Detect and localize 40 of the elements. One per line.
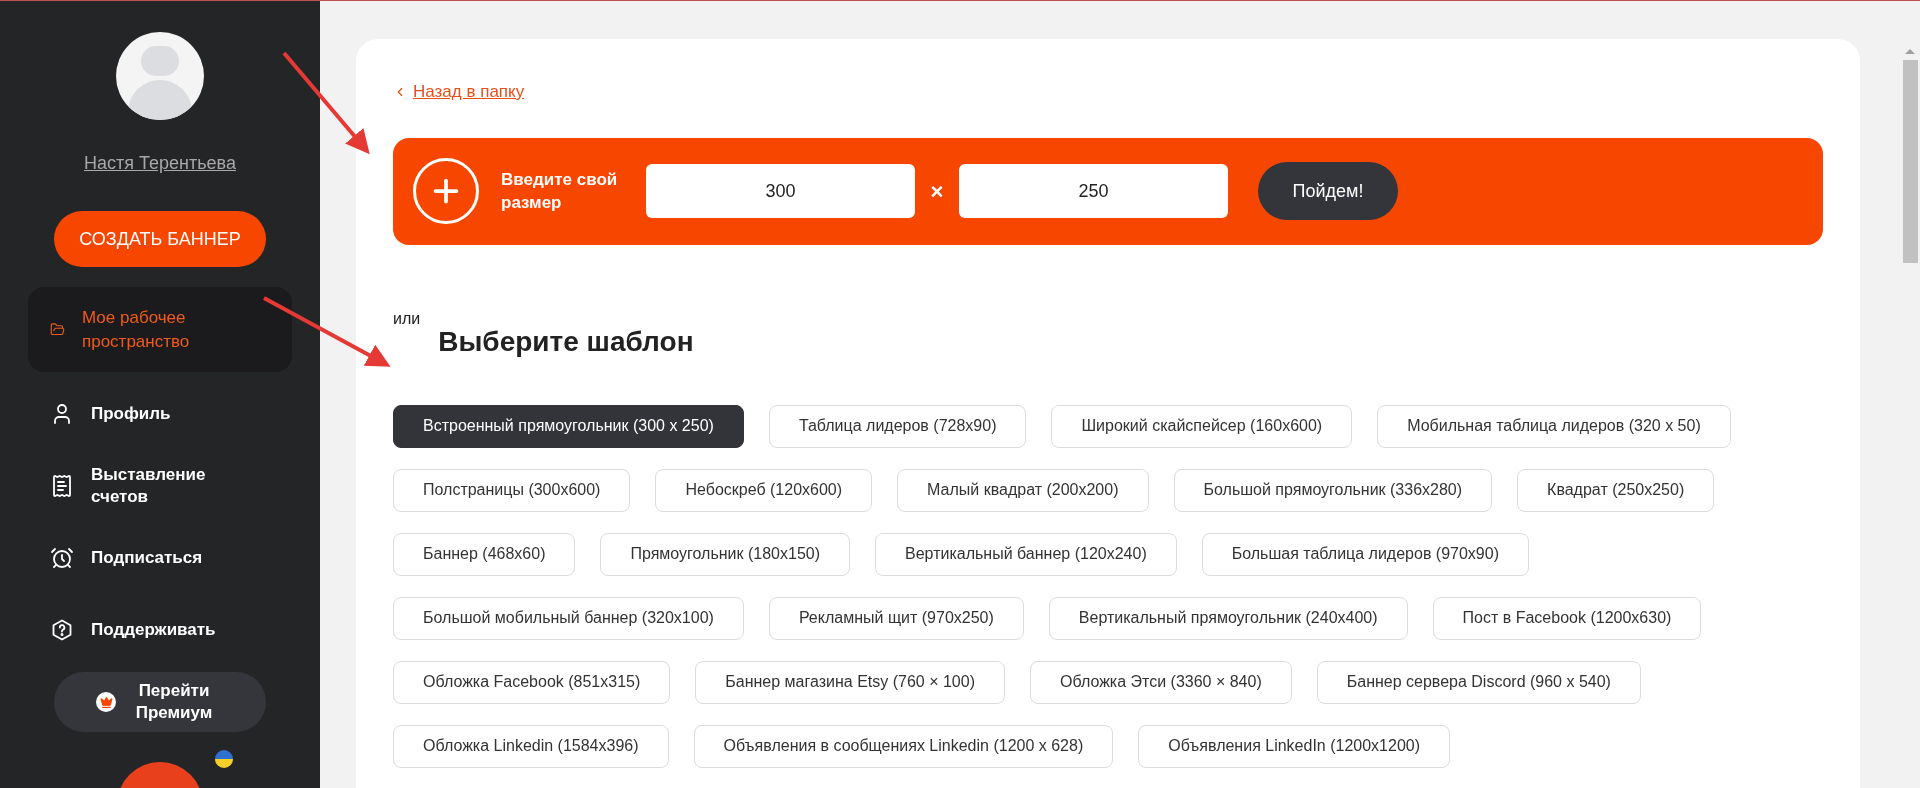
submit-button[interactable]: Пойдем! [1258, 162, 1398, 221]
template-chip[interactable]: Обложка Этси (3360 × 840) [1030, 660, 1292, 704]
create-banner-button[interactable]: СОЗДАТЬ БАННЕР [54, 211, 266, 267]
templates-title: Выберите шаблон [438, 324, 694, 359]
template-chip[interactable]: Обложка Linkedin (1584x396) [393, 724, 669, 768]
nav-item[interactable]: Профиль [28, 378, 292, 450]
template-chip[interactable]: Рекламный щит (970x250) [768, 596, 1024, 640]
template-chip[interactable]: Полстраницы (300x600) [393, 468, 631, 512]
times-sign: × [929, 177, 945, 206]
template-chip[interactable]: Баннер магазина Etsy (760 × 100) [695, 660, 1005, 704]
width-field[interactable]: 300 [646, 164, 915, 219]
template-chip[interactable]: Прямоугольник (180x150) [600, 532, 851, 576]
or-label: или [393, 308, 421, 329]
template-chip[interactable]: Вертикальный баннер (120x240) [875, 532, 1177, 576]
height-field[interactable]: 250 [959, 164, 1228, 219]
template-chip[interactable]: Широкий скайспейсер (160x600) [1051, 404, 1353, 448]
back-link[interactable]: Назад в папку [393, 79, 525, 105]
template-chip[interactable]: Встроенный прямоугольник (300 x 250) [393, 404, 744, 448]
nav-item[interactable]: Мое рабочее пространство [28, 287, 292, 372]
template-chip[interactable]: Вертикальный прямоугольник (240x400) [1048, 596, 1408, 640]
template-chip[interactable]: Пост в Facebook (1200x630) [1432, 596, 1702, 640]
user-name-link[interactable]: Настя Терентьева [84, 150, 236, 177]
nav-item[interactable]: Подписаться [28, 522, 292, 594]
template-chip[interactable]: Большой прямоугольник (336x280) [1173, 468, 1493, 512]
custom-size-label: Введите свой размер [501, 169, 619, 215]
nav-item[interactable]: Выставление счетов [28, 450, 292, 522]
template-chip[interactable]: Объявления в сообщениях Linkedin (1200 x 628) [693, 724, 1114, 768]
template-chip[interactable]: Мобильная таблица лидеров (320 x 50) [1377, 404, 1731, 448]
template-chip[interactable]: Большой мобильный баннер (320x100) [393, 596, 744, 640]
template-chip[interactable]: Объявления LinkedIn (1200x1200) [1138, 724, 1451, 768]
template-chip[interactable]: Обложка Facebook (851x315) [393, 660, 671, 704]
template-chip[interactable]: Квадрат (250x250) [1517, 468, 1715, 512]
template-chip[interactable]: Баннер (468x60) [393, 532, 576, 576]
premium-button[interactable]: Перейти Премиум [54, 672, 266, 732]
template-chip[interactable]: Небоскреб (120x600) [655, 468, 873, 512]
nav-item[interactable]: Поддерживать [28, 594, 292, 666]
template-chip[interactable]: Большая таблица лидеров (970x90) [1201, 532, 1529, 576]
template-chip[interactable]: Малый квадрат (200x200) [897, 468, 1149, 512]
template-chip[interactable]: Баннер сервера Discord (960 x 540) [1316, 660, 1641, 704]
template-chip[interactable]: Таблица лидеров (728x90) [768, 404, 1027, 448]
